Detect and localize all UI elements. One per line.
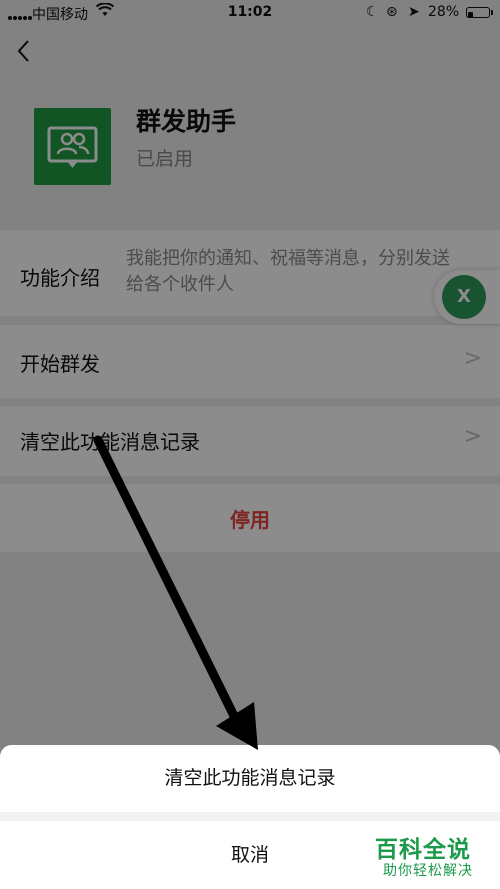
- annotation-arrow-icon: [93, 435, 258, 750]
- watermark-tagline: 助你轻松解决: [383, 863, 473, 879]
- watermark-logo: 百科全说: [375, 837, 471, 863]
